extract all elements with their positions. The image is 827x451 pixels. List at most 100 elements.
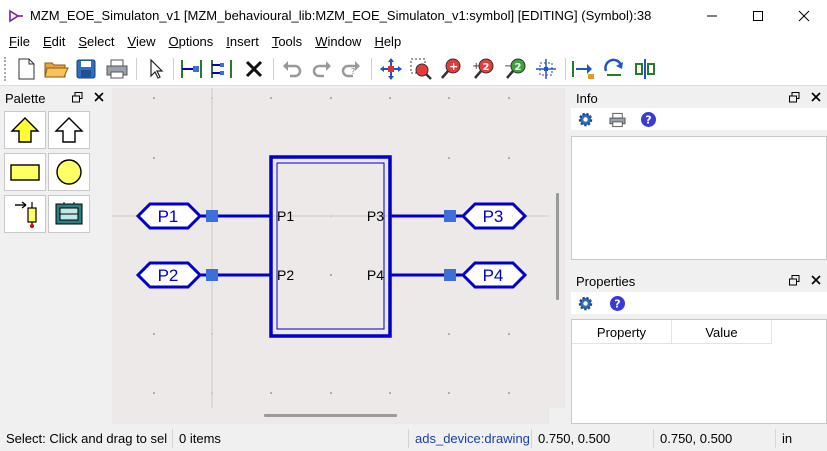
redo-button[interactable] — [308, 55, 336, 83]
close-icon[interactable] — [92, 90, 106, 104]
zoom-in-button[interactable]: + — [437, 55, 465, 83]
zoom-2x-button[interactable]: 2 + — [469, 55, 497, 83]
insert-multiple-pins-button[interactable] — [208, 55, 236, 83]
insert-pin-button[interactable] — [178, 55, 206, 83]
select-pointer-button[interactable] — [142, 55, 170, 83]
svg-text:−: − — [504, 61, 512, 72]
help-icon: ? — [610, 296, 625, 311]
menu-bar: File Edit Select View Options Insert Tools Wind… — [0, 31, 827, 52]
new-document-button[interactable] — [12, 55, 40, 83]
title-bar: MZM_EOE_Simulaton_v1 [MZM_behavioural_li… — [0, 0, 827, 31]
info-settings-button[interactable] — [577, 111, 594, 128]
float-icon[interactable] — [70, 90, 84, 104]
palette-pin-outline-button[interactable] — [48, 111, 90, 149]
properties-table-header: Property Value — [572, 320, 772, 344]
port-p1-label: P1 — [158, 207, 179, 226]
float-icon[interactable] — [787, 273, 801, 287]
menu-view[interactable]: View — [123, 34, 161, 49]
move-icon — [572, 61, 594, 79]
close-icon[interactable] — [809, 273, 823, 287]
close-icon — [798, 10, 810, 21]
zoom-out-2x-button[interactable]: 2− — [501, 55, 529, 83]
info-help-button[interactable]: ? — [640, 111, 657, 128]
multi-pin-icon — [211, 60, 232, 78]
outline-arrow-pin-icon — [54, 117, 84, 143]
print-button[interactable] — [103, 55, 131, 83]
info-dock-title: Info — [571, 88, 827, 108]
property-column-header[interactable]: Property — [572, 320, 672, 344]
zoom-fit-icon — [536, 59, 556, 79]
svg-text:?: ? — [645, 114, 651, 127]
menu-tools[interactable]: Tools — [267, 34, 307, 49]
symbol-body-inner — [276, 162, 385, 330]
palette-dock-title: Palette — [0, 88, 110, 108]
palette-rectangle-button[interactable] — [4, 153, 46, 191]
gear-icon — [578, 112, 593, 127]
pin-square-p4[interactable] — [444, 269, 456, 281]
info-panel — [571, 136, 827, 260]
repeat-button[interactable]: ? — [338, 55, 366, 83]
float-icon[interactable] — [787, 90, 801, 104]
printer-icon — [106, 59, 128, 79]
body-pin-p4-label: P4 — [367, 267, 384, 283]
palette-circle-button[interactable] — [48, 153, 90, 191]
rotate-button[interactable] — [600, 55, 628, 83]
menu-insert[interactable]: Insert — [221, 34, 264, 49]
open-folder-button[interactable] — [42, 55, 70, 83]
palette-resistor-pin-button[interactable] — [4, 195, 46, 233]
pin-square-p2[interactable] — [206, 269, 218, 281]
horizontal-scrollbar[interactable] — [112, 408, 549, 424]
status-layer[interactable]: ads_device:drawing — [415, 431, 530, 446]
port-p2-label: P2 — [158, 266, 179, 285]
mirror-button[interactable] — [631, 55, 659, 83]
info-print-button[interactable] — [609, 111, 626, 128]
pan-button[interactable] — [377, 55, 405, 83]
help-icon: ? — [641, 112, 656, 127]
body-pin-p3-label: P3 — [367, 208, 384, 224]
menu-file[interactable]: File — [4, 34, 35, 49]
vertical-scroll-thumb[interactable] — [556, 193, 559, 300]
palette-pin-filled-button[interactable] — [4, 111, 46, 149]
close-window-button[interactable] — [781, 0, 827, 31]
palette-device-symbol-button[interactable] — [48, 195, 90, 233]
vertical-scrollbar[interactable] — [549, 88, 565, 408]
undo-icon — [283, 61, 302, 78]
symbol-canvas[interactable]: P1 P2 P3 P4 P1 P2 P3 P4 — [112, 88, 549, 408]
pin-square-p1[interactable] — [206, 210, 218, 222]
menu-select[interactable]: Select — [73, 34, 119, 49]
svg-text:2: 2 — [515, 62, 522, 73]
value-column-header[interactable]: Value — [672, 320, 772, 344]
pin-insert-icon — [181, 60, 202, 78]
minimize-button[interactable] — [689, 0, 735, 31]
menu-help[interactable]: Help — [369, 34, 406, 49]
svg-text:?: ? — [351, 67, 355, 76]
undo-button[interactable] — [278, 55, 306, 83]
delete-x-icon — [245, 60, 263, 78]
menu-window[interactable]: Window — [310, 34, 366, 49]
circle-shape-icon — [56, 159, 82, 185]
save-button[interactable] — [72, 55, 100, 83]
zoom-area-button[interactable] — [407, 55, 435, 83]
symbol-body-outer[interactable] — [269, 155, 392, 338]
gear-icon — [578, 296, 593, 311]
symbol-drawing: P1 P2 P3 P4 P1 P2 P3 P4 — [112, 88, 549, 408]
svg-text:?: ? — [614, 298, 620, 311]
properties-title: Properties — [576, 273, 636, 289]
delete-button[interactable] — [240, 55, 268, 83]
toolbar-grip[interactable] — [4, 57, 7, 81]
move-button[interactable] — [569, 55, 597, 83]
maximize-button[interactable] — [735, 0, 781, 31]
maximize-icon — [753, 10, 763, 21]
properties-settings-button[interactable] — [577, 295, 594, 312]
pin-square-p3[interactable] — [444, 210, 456, 222]
menu-edit[interactable]: Edit — [38, 34, 70, 49]
properties-help-button[interactable]: ? — [609, 295, 626, 312]
menu-options[interactable]: Options — [163, 34, 218, 49]
minimize-icon — [707, 15, 717, 16]
status-coordinate-2: 0.750, 0.500 — [660, 431, 733, 446]
properties-panel: Property Value — [571, 319, 827, 424]
zoom-fit-button[interactable] — [532, 55, 560, 83]
horizontal-scroll-thumb[interactable] — [264, 414, 397, 417]
status-bar: Select: Click and drag to sel 0 items ad… — [0, 426, 827, 451]
close-icon[interactable] — [809, 90, 823, 104]
